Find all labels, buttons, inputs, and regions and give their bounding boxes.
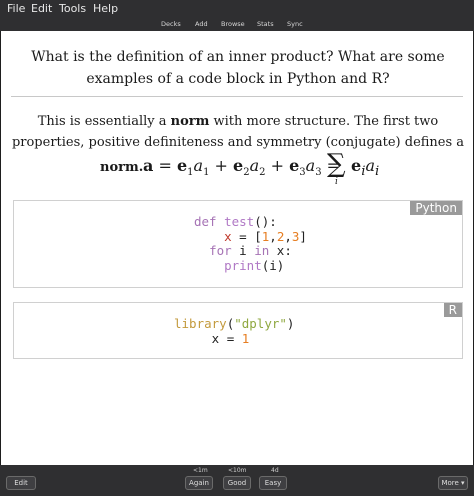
sum-index: i — [335, 177, 338, 187]
inner-product-formula: norm. a = e1a1 + e2a2 + e3a3 = ∑ i eiai — [97, 149, 397, 191]
chevron-down-icon: ▾ — [461, 479, 465, 487]
nav-sync[interactable]: Sync — [287, 20, 303, 28]
card-question: What is the definition of an inner produ… — [31, 49, 445, 87]
python-code: def test(): x = [1,2,3] for i in x: prin… — [194, 214, 307, 273]
python-code-block: Python def test(): x = [1,2,3] for i in … — [13, 200, 463, 288]
r-code-block: R library("dplyr") x = 1 — [13, 302, 463, 359]
formula-lhs: a = e1a1 + e2a2 + e3a3 = — [143, 156, 341, 179]
r-code: library("dplyr") x = 1 — [174, 316, 295, 346]
card-answer: This is essentially a norm with more str… — [9, 111, 467, 153]
menu-file[interactable]: File — [7, 2, 25, 15]
menu-help[interactable]: Help — [93, 2, 118, 15]
easy-button[interactable]: Easy — [259, 476, 287, 490]
more-label: More — [441, 479, 459, 487]
good-button[interactable]: Good — [223, 476, 251, 490]
nav-add[interactable]: Add — [195, 20, 208, 28]
menu-bar: File Edit Tools Help — [0, 0, 474, 17]
formula-rhs: eiai — [351, 156, 380, 180]
card-view: What is the definition of an inner produ… — [0, 31, 474, 465]
answer-norm-bold-2: norm. — [100, 160, 144, 175]
menu-edit[interactable]: Edit — [31, 2, 52, 15]
more-button[interactable]: More ▾ — [438, 476, 468, 490]
menu-tools[interactable]: Tools — [59, 2, 86, 15]
answer-text-pre: This is essentially a — [37, 114, 171, 129]
nav-browse[interactable]: Browse — [221, 20, 245, 28]
r-lang-badge: R — [443, 303, 462, 317]
again-button[interactable]: Again — [185, 476, 213, 490]
review-bar: <1m <10m 4d Edit Again Good Easy More ▾ — [0, 465, 474, 496]
edit-button[interactable]: Edit — [6, 476, 36, 490]
nav-stats[interactable]: Stats — [257, 20, 274, 28]
answer-divider — [11, 96, 463, 97]
good-interval: <10m — [228, 467, 247, 474]
sum-symbol: ∑ — [327, 149, 346, 179]
answer-norm-bold: norm — [170, 114, 210, 129]
python-lang-badge: Python — [410, 201, 462, 215]
nav-decks[interactable]: Decks — [161, 20, 181, 28]
again-interval: <1m — [193, 467, 208, 474]
top-nav: Decks Add Browse Stats Sync — [0, 17, 474, 31]
easy-interval: 4d — [271, 467, 279, 474]
